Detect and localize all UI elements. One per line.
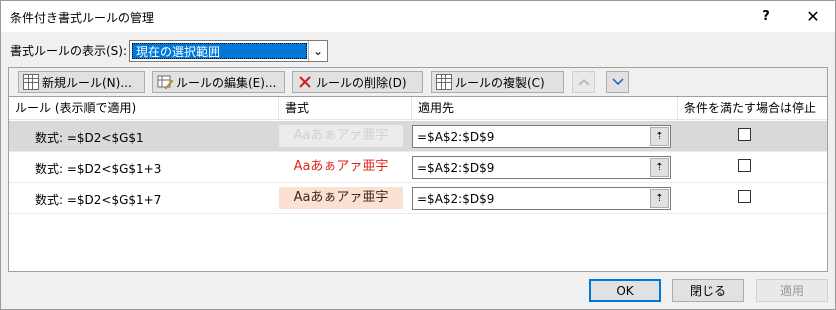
rule-row[interactable]: 数式: =$D2<$G$1+3 Aaあぁアァ亜宇 =$A$2:$D$9 ⇡	[9, 152, 827, 183]
show-rules-selected-value: 現在の選択範囲	[132, 43, 307, 59]
dialog-title: 条件付き書式ルールの管理	[10, 11, 155, 25]
collapse-range-icon[interactable]: ⇡	[650, 158, 669, 177]
help-button[interactable]: ?	[743, 1, 789, 32]
ok-button[interactable]: OK	[589, 279, 661, 302]
move-down-button[interactable]	[606, 71, 629, 93]
applies-to-field[interactable]: =$A$2:$D$9 ⇡	[412, 187, 671, 210]
chevron-down-icon[interactable]: ⌄	[308, 41, 327, 61]
rule-description: 数式: =$D2<$G$1	[35, 131, 144, 145]
chevron-up-icon	[577, 75, 590, 89]
format-preview: Aaあぁアァ亜宇	[279, 187, 403, 209]
close-button[interactable]: 閉じる	[672, 279, 744, 302]
show-rules-label: 書式ルールの表示(S):	[10, 44, 128, 58]
edit-rule-label: ルールの編集(E)...	[176, 75, 277, 90]
new-rule-button[interactable]: 新規ルール(N)...	[18, 71, 145, 93]
close-icon[interactable]: ✕	[790, 1, 836, 32]
new-rule-icon	[23, 74, 39, 90]
column-header-rule[interactable]: ルール (表示順で適用)	[9, 97, 279, 120]
rules-toolbar: 新規ルール(N)... ルールの編集(E)... ルールの削除(D) ルールの複…	[8, 67, 828, 97]
new-rule-label: 新規ルール(N)...	[42, 75, 132, 90]
column-header-format[interactable]: 書式	[279, 97, 412, 120]
column-header-stop-if-true[interactable]: 条件を満たす場合は停止	[678, 97, 827, 120]
move-up-button[interactable]	[572, 71, 595, 93]
applies-to-value: =$A$2:$D$9	[417, 192, 495, 206]
duplicate-rule-label: ルールの複製(C)	[455, 75, 545, 90]
apply-button[interactable]: 適用	[756, 279, 828, 302]
collapse-range-icon[interactable]: ⇡	[650, 189, 669, 208]
rule-row[interactable]: 数式: =$D2<$G$1 Aaあぁアァ亜宇 =$A$2:$D$9 ⇡	[9, 121, 827, 152]
applies-to-field[interactable]: =$A$2:$D$9 ⇡	[412, 156, 671, 179]
rules-list-header: ルール (表示順で適用) 書式 適用先 条件を満たす場合は停止	[9, 97, 827, 120]
collapse-range-icon[interactable]: ⇡	[650, 127, 669, 146]
format-preview: Aaあぁアァ亜宇	[279, 125, 403, 147]
rule-description: 数式: =$D2<$G$1+7	[35, 193, 162, 207]
delete-icon	[297, 74, 313, 90]
title-bar: 条件付き書式ルールの管理 ? ✕	[1, 1, 835, 32]
applies-to-value: =$A$2:$D$9	[417, 161, 495, 175]
duplicate-rule-icon	[436, 74, 452, 90]
applies-to-field[interactable]: =$A$2:$D$9 ⇡	[412, 125, 671, 148]
rules-list: ルール (表示順で適用) 書式 適用先 条件を満たす場合は停止 数式: =$D2…	[8, 96, 828, 272]
chevron-down-icon	[611, 75, 624, 89]
duplicate-rule-button[interactable]: ルールの複製(C)	[431, 71, 564, 93]
show-rules-dropdown[interactable]: 現在の選択範囲 ⌄	[129, 40, 328, 62]
stop-if-true-checkbox[interactable]	[738, 128, 751, 141]
delete-rule-button[interactable]: ルールの削除(D)	[292, 71, 423, 93]
delete-rule-label: ルールの削除(D)	[316, 75, 407, 90]
conditional-format-rules-dialog: 条件付き書式ルールの管理 ? ✕ 書式ルールの表示(S): 現在の選択範囲 ⌄ …	[0, 0, 836, 310]
rule-row[interactable]: 数式: =$D2<$G$1+7 Aaあぁアァ亜宇 =$A$2:$D$9 ⇡	[9, 183, 827, 214]
column-header-applies-to[interactable]: 適用先	[412, 97, 678, 120]
stop-if-true-checkbox[interactable]	[738, 159, 751, 172]
stop-if-true-checkbox[interactable]	[738, 190, 751, 203]
format-preview: Aaあぁアァ亜宇	[279, 156, 403, 178]
edit-rule-icon	[157, 74, 174, 90]
rule-description: 数式: =$D2<$G$1+3	[35, 162, 162, 176]
edit-rule-button[interactable]: ルールの編集(E)...	[152, 71, 285, 93]
applies-to-value: =$A$2:$D$9	[417, 130, 495, 144]
